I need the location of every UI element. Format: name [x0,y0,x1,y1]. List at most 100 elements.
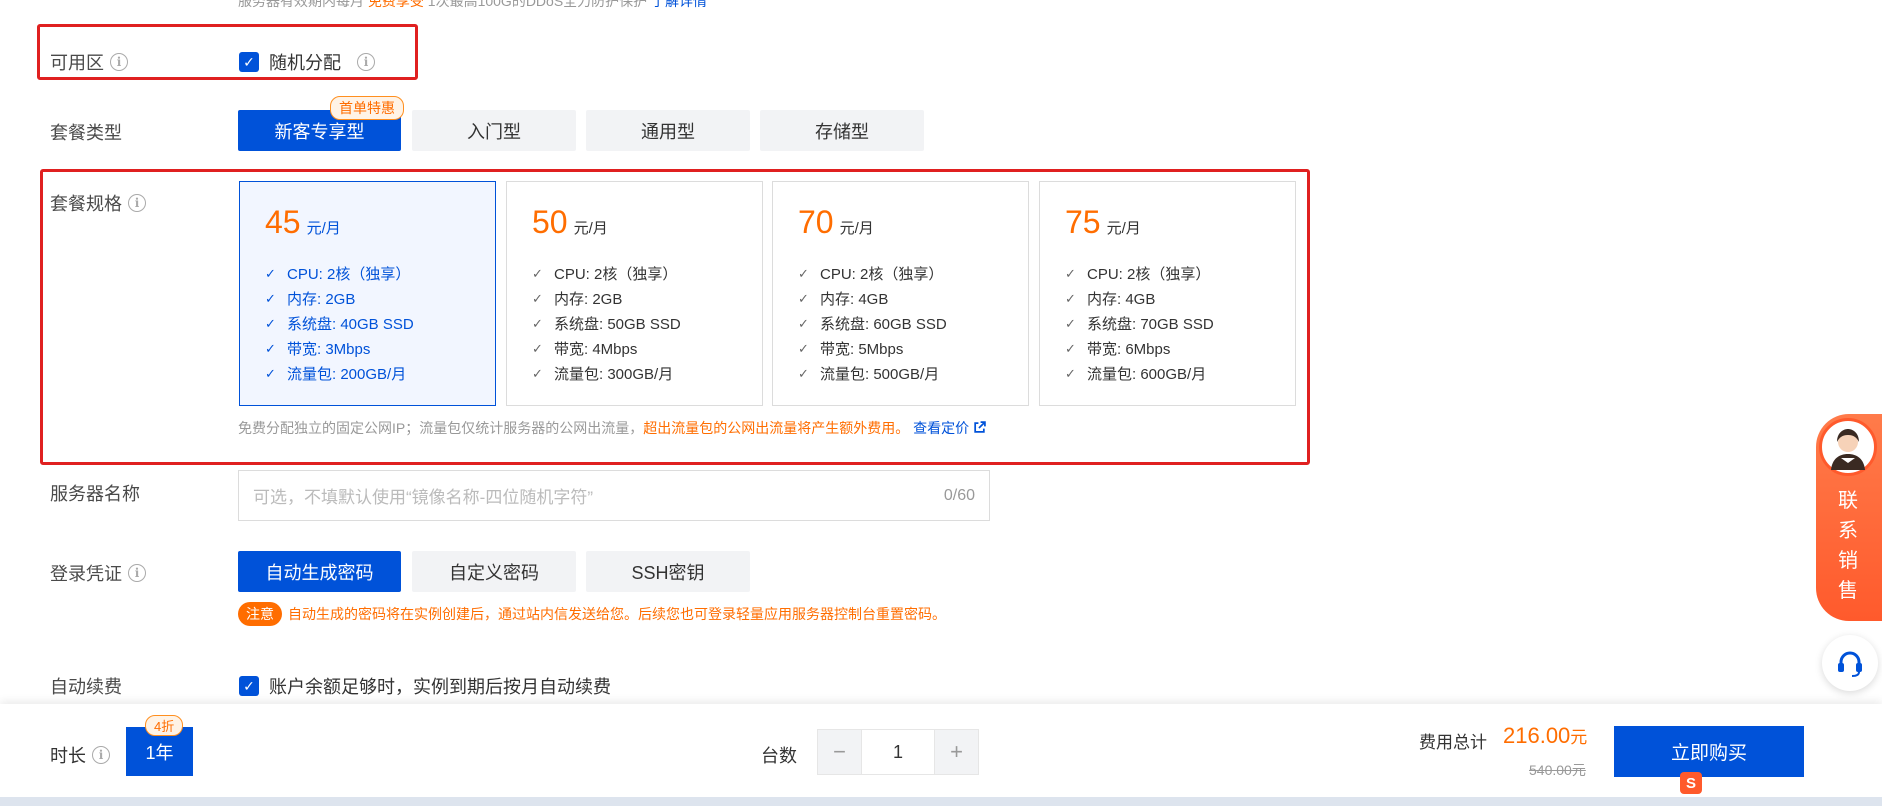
auto-renew-checkbox[interactable]: ✓ 账户余额足够时，实例到期后按月自动续费 [239,673,611,699]
duration-label: 时长 i [50,742,110,768]
spec-item: ✓ CPU: 2核（独享） [532,265,678,284]
pricing-link[interactable]: 查看定价 [913,420,986,436]
check-icon: ✓ [265,290,276,306]
customer-service-button[interactable] [1822,635,1878,691]
spec-item: ✓ 流量包: 500GB/月 [798,365,940,384]
server-name-input[interactable]: 可选，不填默认使用“镜像名称-四位随机字符” 0/60 [238,470,990,521]
bottom-strip [0,797,1882,806]
check-icon: ✓ [1065,315,1076,331]
spec-item: ✓ 流量包: 300GB/月 [532,365,674,384]
check-icon: ✓ [798,315,809,331]
server-name-label: 服务器名称 [50,484,140,504]
zone-label: 可用区 i [50,49,128,75]
spec-item: ✓ 内存: 2GB [265,290,356,309]
check-icon: ✓ [798,290,809,306]
plan-card-50[interactable]: 50 元/月 ✓ CPU: 2核（独享） ✓ 内存: 2GB ✓ 系统盘: 50GB … [506,181,763,406]
first-order-badge: 首单特惠 [330,96,404,120]
info-icon[interactable]: i [92,746,110,764]
info-icon[interactable]: i [357,53,375,71]
check-icon: ✓ [1065,365,1076,381]
info-icon[interactable]: i [128,564,146,582]
plan-card-70[interactable]: 70 元/月 ✓ CPU: 2核（独享） ✓ 内存: 4GB ✓ 系统盘: 60GB … [772,181,1029,406]
zone-random-checkbox[interactable]: ✓ 随机分配 i [239,49,375,75]
spec-item: ✓ 系统盘: 70GB SSD [1065,315,1214,334]
tab-storage-plan[interactable]: 存储型 [760,110,924,151]
original-price: 540.00元 [1529,762,1586,778]
check-icon: ✓ [532,290,543,306]
tab-general-plan[interactable]: 通用型 [586,110,750,151]
discount-badge: 4折 [145,715,184,736]
tab-entry-plan[interactable]: 入门型 [412,110,576,151]
info-icon[interactable]: i [128,194,146,212]
ddos-note: 服务器有效期内每月 免费享受 1次最高100G的DDoS全力防护保护 了解详情 [238,0,707,11]
auto-renew-label: 自动续费 [50,677,122,697]
traffic-note: 免费分配独立的固定公网IP；流量包仅统计服务器的公网出流量，超出流量包的公网出流… [238,418,986,438]
total-cost: 216.00元 [1503,723,1588,748]
spec-item: ✓ 系统盘: 40GB SSD [265,315,414,334]
plan-card-75[interactable]: 75 元/月 ✓ CPU: 2核（独享） ✓ 内存: 4GB ✓ 系统盘: 70GB … [1039,181,1296,406]
buy-now-button[interactable]: 立即购买 [1614,726,1804,777]
quantity-decrease-button[interactable]: − [817,729,862,775]
price-unit: 元/月 [1106,220,1141,237]
plan-price: 50 [532,204,568,240]
check-icon: ✓ [1065,290,1076,306]
plan-spec-label: 套餐规格 i [50,190,146,216]
spec-item: ✓ CPU: 2核（独享） [798,265,944,284]
sales-avatar[interactable] [1819,418,1877,476]
input-method-icon[interactable]: S [1680,772,1702,794]
check-icon: ✓ [532,365,543,381]
check-icon: ✓ [1065,265,1076,281]
check-icon: ✓ [798,340,809,356]
spec-item: ✓ 系统盘: 60GB SSD [798,315,947,334]
check-icon: ✓ [532,265,543,281]
check-icon: ✓ [532,340,543,356]
check-icon: ✓ [265,340,276,356]
spec-item: ✓ CPU: 2核（独享） [265,265,411,284]
contact-sales-text[interactable]: 联系销售 [1832,486,1864,606]
spec-item: ✓ 系统盘: 50GB SSD [532,315,681,334]
plan-type-label: 套餐类型 [50,123,122,143]
spec-item: ✓ 流量包: 200GB/月 [265,365,407,384]
tab-ssh-key[interactable]: SSH密钥 [586,551,750,592]
price-unit: 元/月 [573,220,608,237]
plan-price: 75 [1065,204,1101,240]
spec-item: ✓ 内存: 4GB [798,290,889,309]
checkbox-checked-icon[interactable]: ✓ [239,52,259,72]
warning-tag: 注意 [238,602,282,626]
price-unit: 元/月 [839,220,874,237]
check-icon: ✓ [265,365,276,381]
price-unit: 元/月 [306,220,341,237]
spec-item: ✓ 带宽: 3Mbps [265,340,371,359]
check-icon: ✓ [1065,340,1076,356]
password-warning: 注意 自动生成的密码将在实例创建后，通过站内信发送给您。后续您也可登录轻量应用服… [238,602,946,626]
checkbox-checked-icon[interactable]: ✓ [239,676,259,696]
check-icon: ✓ [798,265,809,281]
check-icon: ✓ [798,365,809,381]
spec-item: ✓ 内存: 4GB [1065,290,1156,309]
plan-card-45[interactable]: 45 元/月 ✓ CPU: 2核（独享） ✓ 内存: 2GB ✓ 系统盘: 40GB … [239,181,496,406]
headset-icon [1838,651,1862,677]
spec-item: ✓ 带宽: 4Mbps [532,340,638,359]
quantity-increase-button[interactable]: + [934,729,979,775]
spec-item: ✓ 内存: 2GB [532,290,623,309]
tab-custom-password[interactable]: 自定义密码 [412,551,576,592]
spec-item: ✓ 带宽: 6Mbps [1065,340,1171,359]
agent-avatar-icon [1831,429,1865,470]
external-link-icon[interactable] [973,421,986,434]
total-cost-label: 费用总计 [1419,733,1487,752]
char-counter: 0/60 [943,486,975,504]
plan-price: 45 [265,204,301,240]
quantity-input[interactable]: 1 [862,729,934,775]
tab-auto-password[interactable]: 自动生成密码 [238,551,401,592]
check-icon: ✓ [265,315,276,331]
login-credential-label: 登录凭证 i [50,560,146,586]
ddos-detail-link[interactable]: 了解详情 [651,0,707,9]
spec-item: ✓ 流量包: 600GB/月 [1065,365,1207,384]
spec-item: ✓ CPU: 2核（独享） [1065,265,1211,284]
check-icon: ✓ [532,315,543,331]
spec-item: ✓ 带宽: 5Mbps [798,340,904,359]
info-icon[interactable]: i [110,53,128,71]
plan-price: 70 [798,204,834,240]
check-icon: ✓ [265,265,276,281]
quantity-label: 台数 [761,746,797,766]
